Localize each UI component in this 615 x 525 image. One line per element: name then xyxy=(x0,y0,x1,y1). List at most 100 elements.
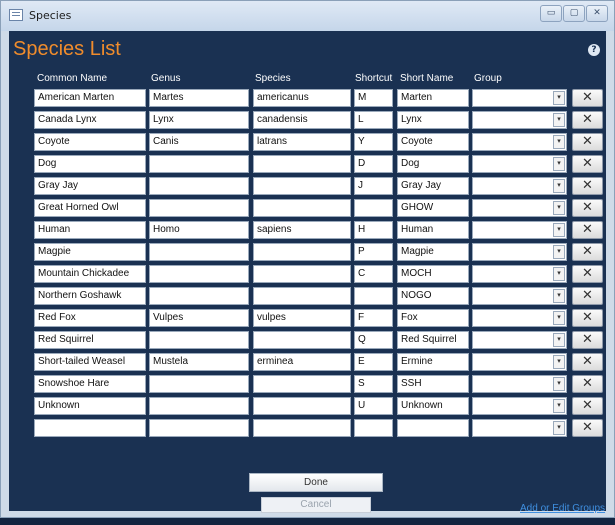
species-field[interactable] xyxy=(253,199,351,217)
short-name-field[interactable]: Marten xyxy=(397,89,469,107)
chevron-down-icon[interactable]: ▾ xyxy=(553,267,565,281)
group-select[interactable]: ▾ xyxy=(472,133,567,151)
short-name-field[interactable]: Human xyxy=(397,221,469,239)
delete-row-button[interactable]: ✕ xyxy=(572,397,603,415)
genus-field[interactable] xyxy=(149,419,249,437)
shortcut-field[interactable]: Q xyxy=(354,331,393,349)
species-field[interactable] xyxy=(253,419,351,437)
chevron-down-icon[interactable]: ▾ xyxy=(553,311,565,325)
delete-row-button[interactable]: ✕ xyxy=(572,133,603,151)
species-field[interactable]: canadensis xyxy=(253,111,351,129)
species-field[interactable] xyxy=(253,155,351,173)
species-field[interactable] xyxy=(253,265,351,283)
common-name-field[interactable]: Gray Jay xyxy=(34,177,146,195)
shortcut-field[interactable]: C xyxy=(354,265,393,283)
genus-field[interactable] xyxy=(149,177,249,195)
species-field[interactable]: americanus xyxy=(253,89,351,107)
common-name-field[interactable]: Red Squirrel xyxy=(34,331,146,349)
short-name-field[interactable]: Ermine xyxy=(397,353,469,371)
chevron-down-icon[interactable]: ▾ xyxy=(553,377,565,391)
shortcut-field[interactable] xyxy=(354,199,393,217)
genus-field[interactable] xyxy=(149,331,249,349)
short-name-field[interactable]: Fox xyxy=(397,309,469,327)
common-name-field[interactable]: Human xyxy=(34,221,146,239)
delete-row-button[interactable]: ✕ xyxy=(572,331,603,349)
common-name-field[interactable]: Red Fox xyxy=(34,309,146,327)
shortcut-field[interactable] xyxy=(354,419,393,437)
chevron-down-icon[interactable]: ▾ xyxy=(553,399,565,413)
genus-field[interactable] xyxy=(149,375,249,393)
group-select[interactable]: ▾ xyxy=(472,155,567,173)
shortcut-field[interactable]: J xyxy=(354,177,393,195)
common-name-field[interactable]: Magpie xyxy=(34,243,146,261)
shortcut-field[interactable]: F xyxy=(354,309,393,327)
group-select[interactable]: ▾ xyxy=(472,89,567,107)
shortcut-field[interactable]: S xyxy=(354,375,393,393)
short-name-field[interactable]: Unknown xyxy=(397,397,469,415)
species-field[interactable] xyxy=(253,243,351,261)
group-select[interactable]: ▾ xyxy=(472,375,567,393)
species-field[interactable]: sapiens xyxy=(253,221,351,239)
short-name-field[interactable]: MOCH xyxy=(397,265,469,283)
group-select[interactable]: ▾ xyxy=(472,221,567,239)
genus-field[interactable] xyxy=(149,287,249,305)
delete-row-button[interactable]: ✕ xyxy=(572,375,603,393)
genus-field[interactable] xyxy=(149,243,249,261)
group-select[interactable]: ▾ xyxy=(472,111,567,129)
species-field[interactable]: vulpes xyxy=(253,309,351,327)
delete-row-button[interactable]: ✕ xyxy=(572,111,603,129)
genus-field[interactable]: Canis xyxy=(149,133,249,151)
delete-row-button[interactable]: ✕ xyxy=(572,287,603,305)
group-select[interactable]: ▾ xyxy=(472,199,567,217)
short-name-field[interactable]: Red Squirrel xyxy=(397,331,469,349)
species-field[interactable] xyxy=(253,287,351,305)
short-name-field[interactable]: Coyote xyxy=(397,133,469,151)
add-edit-groups-link[interactable]: Add or Edit Groups xyxy=(520,503,605,514)
genus-field[interactable]: Vulpes xyxy=(149,309,249,327)
common-name-field[interactable]: Short-tailed Weasel xyxy=(34,353,146,371)
short-name-field[interactable]: Gray Jay xyxy=(397,177,469,195)
chevron-down-icon[interactable]: ▾ xyxy=(553,91,565,105)
chevron-down-icon[interactable]: ▾ xyxy=(553,201,565,215)
delete-row-button[interactable]: ✕ xyxy=(572,155,603,173)
group-select[interactable]: ▾ xyxy=(472,397,567,415)
help-icon[interactable]: ? xyxy=(588,44,600,56)
minimize-icon[interactable]: ▭ xyxy=(540,5,562,22)
common-name-field[interactable]: Mountain Chickadee xyxy=(34,265,146,283)
delete-row-button[interactable]: ✕ xyxy=(572,243,603,261)
shortcut-field[interactable]: M xyxy=(354,89,393,107)
chevron-down-icon[interactable]: ▾ xyxy=(553,113,565,127)
common-name-field[interactable]: Great Horned Owl xyxy=(34,199,146,217)
done-button[interactable]: Done xyxy=(249,473,383,492)
species-field[interactable]: latrans xyxy=(253,133,351,151)
common-name-field[interactable]: American Marten xyxy=(34,89,146,107)
common-name-field[interactable]: Snowshoe Hare xyxy=(34,375,146,393)
chevron-down-icon[interactable]: ▾ xyxy=(553,179,565,193)
delete-row-button[interactable]: ✕ xyxy=(572,221,603,239)
chevron-down-icon[interactable]: ▾ xyxy=(553,135,565,149)
short-name-field[interactable]: SSH xyxy=(397,375,469,393)
common-name-field[interactable]: Coyote xyxy=(34,133,146,151)
chevron-down-icon[interactable]: ▾ xyxy=(553,223,565,237)
genus-field[interactable] xyxy=(149,199,249,217)
shortcut-field[interactable]: L xyxy=(354,111,393,129)
species-field[interactable] xyxy=(253,397,351,415)
group-select[interactable]: ▾ xyxy=(472,177,567,195)
species-field[interactable] xyxy=(253,331,351,349)
delete-row-button[interactable]: ✕ xyxy=(572,353,603,371)
common-name-field[interactable]: Canada Lynx xyxy=(34,111,146,129)
genus-field[interactable] xyxy=(149,397,249,415)
chevron-down-icon[interactable]: ▾ xyxy=(553,421,565,435)
shortcut-field[interactable] xyxy=(354,287,393,305)
species-field[interactable] xyxy=(253,375,351,393)
shortcut-field[interactable]: Y xyxy=(354,133,393,151)
close-icon[interactable]: ✕ xyxy=(586,5,608,22)
delete-row-button[interactable]: ✕ xyxy=(572,265,603,283)
group-select[interactable]: ▾ xyxy=(472,309,567,327)
common-name-field[interactable]: Northern Goshawk xyxy=(34,287,146,305)
group-select[interactable]: ▾ xyxy=(472,419,567,437)
genus-field[interactable]: Homo xyxy=(149,221,249,239)
cancel-button[interactable]: Cancel xyxy=(261,497,371,513)
chevron-down-icon[interactable]: ▾ xyxy=(553,355,565,369)
common-name-field[interactable]: Dog xyxy=(34,155,146,173)
